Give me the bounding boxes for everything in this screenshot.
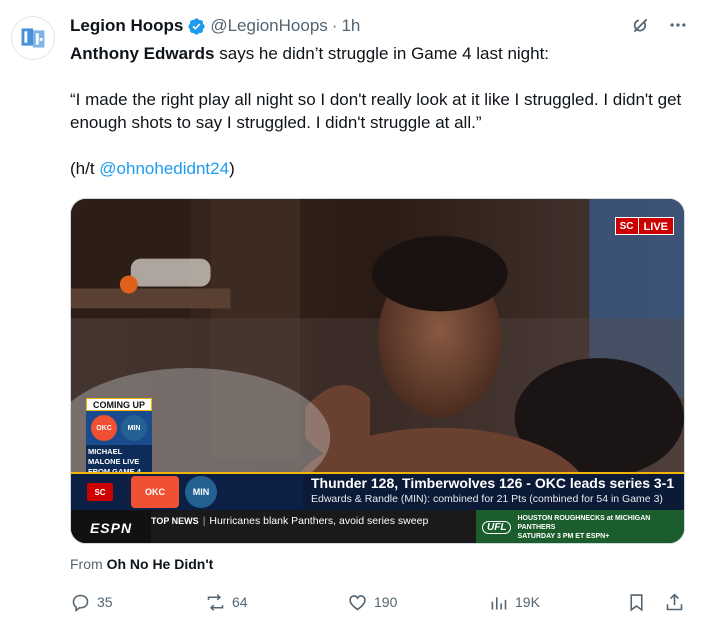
tweet-line-1-rest: says he didn’t struggle in Game 4 last n…: [214, 44, 550, 63]
views-count: 19K: [515, 594, 540, 610]
hat-tip-link[interactable]: @ohnohedidnt24: [99, 159, 229, 178]
sportscenter-logo-icon: SC: [87, 483, 113, 501]
share-button[interactable]: [664, 590, 685, 614]
legion-hoops-logo: [12, 17, 54, 59]
media-source: From Oh No He Didn't: [70, 556, 213, 572]
author-avatar[interactable]: [11, 16, 55, 60]
like-icon: [349, 594, 366, 610]
reply-button[interactable]: 35: [70, 590, 113, 614]
like-count: 190: [374, 594, 398, 610]
top-right-actions: [629, 14, 689, 36]
ufl-logo: UFL: [482, 521, 512, 534]
tweet-subject: Anthony Edwards: [70, 44, 215, 63]
network-logo: SC: [614, 217, 639, 235]
share-icon: [666, 593, 683, 610]
ufl-promo-text: HOUSTON ROUGHNECKS at MICHIGAN PANTHERS …: [517, 514, 684, 541]
repost-button[interactable]: 64: [205, 590, 248, 614]
tweet-quote: “I made the right play all night so I do…: [70, 90, 682, 132]
more-icon[interactable]: [667, 14, 689, 36]
score-headline: Thunder 128, Timberwolves 126 - OKC lead…: [311, 475, 675, 491]
ufl-line-2: SATURDAY 3 PM ET ESPN+: [517, 533, 610, 540]
like-button[interactable]: 190: [347, 590, 397, 614]
live-badge: SC LIVE: [614, 217, 674, 235]
bookmark-icon: [630, 593, 643, 612]
author-name[interactable]: Legion Hoops: [70, 16, 183, 36]
hat-tip-suffix: ): [229, 159, 235, 178]
hat-tip: (h/t @ohnohedidnt24): [70, 157, 690, 180]
okc-logo-icon: OKC: [131, 476, 179, 508]
video-media[interactable]: SC LIVE COMING UP OKC MIN MICHAEL MALONE…: [70, 198, 685, 544]
bookmark-button[interactable]: [626, 590, 647, 614]
tweet[interactable]: Legion Hoops @LegionHoops · 1h Anthony E…: [0, 0, 707, 618]
verified-badge-icon: [188, 17, 205, 35]
coming-up-box: COMING UP OKC MIN MICHAEL MALONE LIVE FR…: [86, 398, 152, 479]
timberwolves-logo-icon: MIN: [185, 476, 217, 508]
ufl-promo: UFL HOUSTON ROUGHNECKS at MICHIGAN PANTH…: [476, 510, 684, 543]
tweet-text: Anthony Edwards says he didn’t struggle …: [70, 42, 690, 180]
ufl-line-1: HOUSTON ROUGHNECKS at MICHIGAN PANTHERS: [517, 515, 651, 531]
reply-count: 35: [97, 594, 113, 610]
author-handle[interactable]: @LegionHoops: [210, 16, 327, 36]
score-strip-logos: SC OKC MIN: [71, 472, 303, 510]
source-name[interactable]: Oh No He Didn't: [107, 556, 214, 572]
score-strip: SC OKC MIN Thunder 128, Timberwolves 126…: [71, 472, 684, 510]
ticker-separator: |: [202, 515, 206, 527]
tweet-actions: 35 64 190 19K: [70, 590, 690, 614]
espn-logo: ESPN: [71, 510, 151, 543]
tweet-line-1: Anthony Edwards says he didn’t struggle …: [70, 42, 690, 65]
coming-up-logos: OKC MIN: [86, 411, 152, 445]
okc-logo-icon: OKC: [91, 415, 117, 441]
top-news-label: TOP NEWS: [151, 516, 199, 526]
repost-count: 64: [232, 594, 248, 610]
repost-icon: [207, 593, 224, 611]
coming-up-label: COMING UP: [86, 398, 152, 411]
views-button[interactable]: 19K: [488, 590, 540, 614]
news-ticker: ESPN TOP NEWS | Hurricanes blank Panther…: [71, 510, 684, 543]
views-icon: [491, 596, 507, 609]
grok-icon[interactable]: [629, 14, 651, 36]
reply-icon: [72, 594, 89, 612]
post-time[interactable]: 1h: [341, 16, 360, 36]
score-strip-text: Thunder 128, Timberwolves 126 - OKC lead…: [303, 472, 684, 510]
ticker-news: TOP NEWS | Hurricanes blank Panthers, av…: [151, 510, 476, 543]
timberwolves-logo-icon: MIN: [121, 415, 147, 441]
source-prefix: From: [70, 556, 107, 572]
tweet-header: Legion Hoops @LegionHoops · 1h: [70, 15, 360, 37]
hat-tip-prefix: (h/t: [70, 159, 100, 178]
score-subline: Edwards & Randle (MIN): combined for 21 …: [311, 493, 663, 505]
header-separator: ·: [331, 16, 338, 35]
live-label: LIVE: [638, 217, 674, 235]
ticker-headline: Hurricanes blank Panthers, avoid series …: [209, 515, 429, 527]
